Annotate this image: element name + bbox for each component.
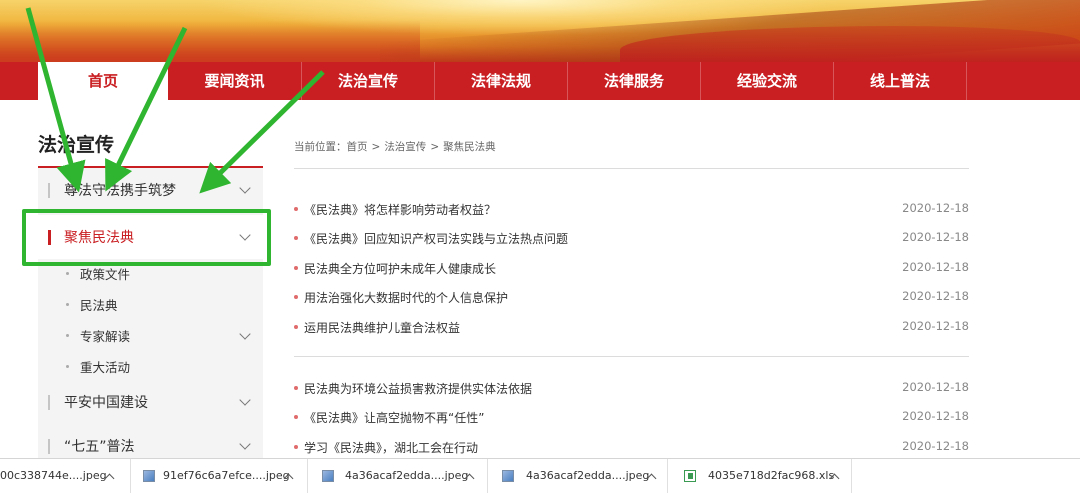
sidebar-item-marker xyxy=(48,439,50,454)
news-item[interactable]: 运用民法典维护儿童合法权益 2020-12-18 xyxy=(294,317,969,339)
nav-item-legal-services[interactable]: 法律服务 xyxy=(568,62,701,100)
news-date: 2020-12-18 xyxy=(902,409,969,423)
nav-item-home[interactable]: 首页 xyxy=(38,62,168,100)
news-date: 2020-12-18 xyxy=(902,319,969,333)
download-item[interactable]: 91ef76c6a7efce....jpeg xyxy=(131,459,308,493)
sidebar-subitem-events[interactable]: 重大活动 xyxy=(38,351,263,381)
news-title[interactable]: 用法治强化大数据时代的个人信息保护 xyxy=(304,289,508,306)
download-filename[interactable]: 00c338744e....jpeg xyxy=(0,469,107,482)
news-item[interactable]: 民法典全方位呵护未成年人健康成长 2020-12-18 xyxy=(294,258,969,280)
nav-item-laws[interactable]: 法律法规 xyxy=(435,62,568,100)
sidebar-subitem-label: 政策文件 xyxy=(80,267,131,282)
download-item[interactable]: 4a36acaf2edda....jpeg xyxy=(308,459,488,493)
news-date: 2020-12-18 xyxy=(902,230,969,244)
download-filename[interactable]: 4a36acaf2edda....jpeg xyxy=(345,469,468,482)
breadcrumb-home[interactable]: 首页 xyxy=(347,141,368,153)
bullet-icon xyxy=(66,272,69,275)
download-item[interactable]: 4035e718d2fac968.xls xyxy=(668,459,852,493)
download-filename[interactable]: 91ef76c6a7efce....jpeg xyxy=(163,469,290,482)
news-title[interactable]: 运用民法典维护儿童合法权益 xyxy=(304,319,460,336)
breadcrumb-prefix: 当前位置： xyxy=(294,141,347,153)
chevron-down-icon[interactable] xyxy=(239,438,251,450)
bullet-icon xyxy=(66,334,69,337)
news-item[interactable]: 《民法典》将怎样影响劳动者权益？ 2020-12-18 xyxy=(294,199,969,221)
chevron-down-icon[interactable] xyxy=(239,182,251,194)
bullet-icon xyxy=(294,266,298,270)
news-date: 2020-12-18 xyxy=(902,260,969,274)
nav-item-news[interactable]: 要闻资讯 xyxy=(168,62,302,100)
news-item[interactable]: 学习《民法典》，湖北工会在行动 2020-12-18 xyxy=(294,437,969,459)
nav-item-experience[interactable]: 经验交流 xyxy=(701,62,834,100)
news-title[interactable]: 《民法典》让高空抛物不再“任性” xyxy=(304,409,484,426)
main-nav: 首页 要闻资讯 法治宣传 法律法规 法律服务 经验交流 线上普法 xyxy=(0,62,1080,100)
image-file-icon xyxy=(143,470,155,482)
sidebar-subitem-civil-code[interactable]: 民法典 xyxy=(38,289,263,319)
news-date: 2020-12-18 xyxy=(902,439,969,453)
bullet-icon xyxy=(294,207,298,211)
breadcrumb-current[interactable]: 聚焦民法典 xyxy=(443,141,496,153)
header-banner xyxy=(0,0,1080,62)
chevron-down-icon[interactable] xyxy=(239,328,251,340)
bullet-icon xyxy=(294,236,298,240)
news-item[interactable]: 民法典为环境公益损害救济提供实体法依据 2020-12-18 xyxy=(294,378,969,400)
sidebar-subitem-label: 专家解读 xyxy=(80,329,131,344)
sidebar-item-label: 平安中国建设 xyxy=(64,395,148,411)
bullet-icon xyxy=(294,415,298,419)
news-date: 2020-12-18 xyxy=(902,380,969,394)
bullet-icon xyxy=(294,295,298,299)
download-filename[interactable]: 4a36acaf2edda....jpeg xyxy=(526,469,649,482)
sidebar-subitem-label: 重大活动 xyxy=(80,360,131,375)
news-title[interactable]: 民法典全方位呵护未成年人健康成长 xyxy=(304,260,496,277)
sidebar-item-rule-of-law[interactable]: 尊法守法携手筑梦 xyxy=(38,168,263,212)
excel-file-icon xyxy=(684,470,696,482)
news-date: 2020-12-18 xyxy=(902,289,969,303)
download-filename[interactable]: 4035e718d2fac968.xls xyxy=(708,469,834,482)
breadcrumb: 当前位置：首页 > 法治宣传 > 聚焦民法典 xyxy=(294,139,496,154)
news-date: 2020-12-18 xyxy=(902,201,969,215)
sidebar-subitem-expert[interactable]: 专家解读 xyxy=(38,320,263,350)
news-title[interactable]: 学习《民法典》，湖北工会在行动 xyxy=(304,439,478,456)
bullet-icon xyxy=(294,386,298,390)
news-title[interactable]: 《民法典》回应知识产权司法实践与立法热点问题 xyxy=(304,230,568,247)
bullet-icon xyxy=(294,325,298,329)
breadcrumb-separator: > xyxy=(430,141,440,153)
nav-item-legal-publicity[interactable]: 法治宣传 xyxy=(302,62,435,100)
news-item[interactable]: 《民法典》让高空抛物不再“任性” 2020-12-18 xyxy=(294,407,969,429)
annotation-highlight-box xyxy=(22,209,271,266)
banner-shade xyxy=(0,20,420,62)
chevron-down-icon[interactable] xyxy=(239,394,251,406)
sidebar-item-marker xyxy=(48,395,50,410)
news-item[interactable]: 用法治强化大数据时代的个人信息保护 2020-12-18 xyxy=(294,287,969,309)
image-file-icon xyxy=(502,470,514,482)
sidebar-item-label: 尊法守法携手筑梦 xyxy=(64,183,176,199)
nav-item-online-law[interactable]: 线上普法 xyxy=(834,62,967,100)
bullet-icon xyxy=(66,365,69,368)
download-item[interactable]: 4a36acaf2edda....jpeg xyxy=(488,459,668,493)
divider xyxy=(294,168,969,169)
breadcrumb-separator: > xyxy=(371,141,381,153)
bullet-icon xyxy=(294,445,298,449)
sidebar-item-label: “七五”普法 xyxy=(64,439,135,455)
sidebar-item-safe-china[interactable]: 平安中国建设 xyxy=(38,380,263,424)
image-file-icon xyxy=(322,470,334,482)
download-bar: 00c338744e....jpeg 91ef76c6a7efce....jpe… xyxy=(0,458,1080,493)
breadcrumb-legal-publicity[interactable]: 法治宣传 xyxy=(384,141,426,153)
sidebar-item-marker xyxy=(48,183,50,198)
news-title[interactable]: 民法典为环境公益损害救济提供实体法依据 xyxy=(304,380,532,397)
bullet-icon xyxy=(66,303,69,306)
news-title[interactable]: 《民法典》将怎样影响劳动者权益？ xyxy=(304,201,496,218)
sidebar-title: 法治宣传 xyxy=(38,134,115,156)
sidebar-subitem-label: 民法典 xyxy=(80,298,118,313)
news-item[interactable]: 《民法典》回应知识产权司法实践与立法热点问题 2020-12-18 xyxy=(294,228,969,250)
download-item[interactable]: 00c338744e....jpeg xyxy=(0,459,131,493)
divider xyxy=(294,356,969,357)
